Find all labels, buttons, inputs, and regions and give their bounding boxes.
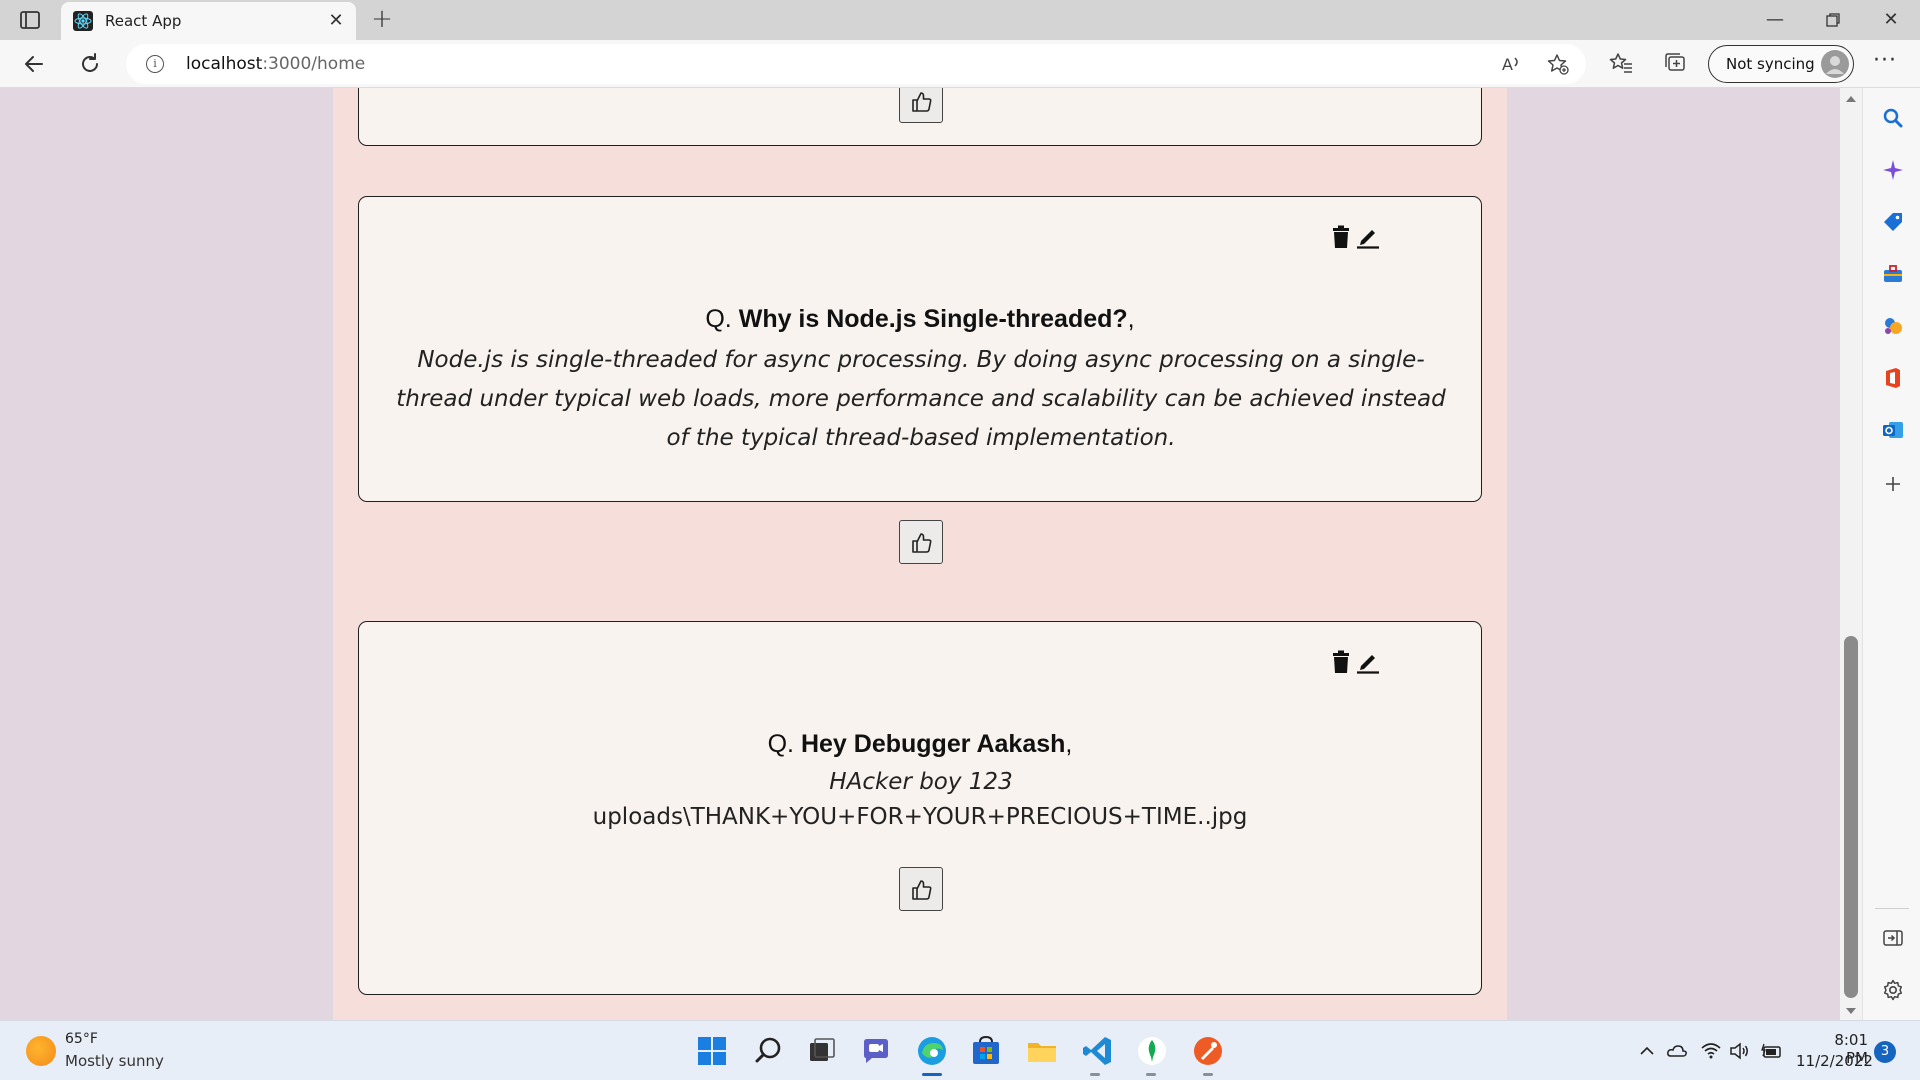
weather-temperature[interactable]: 65°F: [65, 1031, 98, 1047]
question-text: Hey Debugger Aakash: [800, 730, 1066, 758]
thumbs-up-icon: [912, 92, 932, 112]
delete-trash-icon[interactable]: [1331, 650, 1351, 674]
like-button[interactable]: [899, 520, 943, 564]
react-logo-icon: [73, 11, 93, 31]
running-app-indicator: [1146, 1073, 1156, 1076]
mongodb-compass-icon[interactable]: [1134, 1033, 1170, 1069]
office-icon[interactable]: [1881, 366, 1905, 390]
battery-charging-icon[interactable]: [1760, 1040, 1782, 1062]
onedrive-cloud-icon[interactable]: [1666, 1040, 1688, 1062]
read-aloud-icon[interactable]: A: [1500, 52, 1524, 76]
thumbs-up-icon: [912, 880, 932, 900]
windows-taskbar: 65°F Mostly sunny 8:01 PM 11/2/2022 3: [0, 1020, 1920, 1080]
sidebar-settings-gear-icon[interactable]: [1881, 978, 1905, 1002]
question-prefix: Q.: [705, 305, 732, 333]
card-actions: [1331, 223, 1381, 249]
sync-label: Not syncing: [1726, 55, 1815, 73]
url-host: localhost: [186, 54, 263, 74]
avatar: [1821, 50, 1849, 78]
scroll-up-arrow-icon[interactable]: [1846, 96, 1856, 102]
new-tab-button[interactable]: +: [368, 6, 396, 34]
running-app-indicator: [1090, 1073, 1100, 1076]
restore-icon[interactable]: [1818, 6, 1848, 34]
weather-description[interactable]: Mostly sunny: [65, 1052, 164, 1070]
favorites-icon[interactable]: [1608, 50, 1634, 76]
answer-text: Node.js is single-threaded for async pro…: [396, 347, 1446, 451]
refresh-icon[interactable]: [76, 50, 104, 78]
close-window-icon[interactable]: ✕: [1876, 6, 1906, 34]
url-text[interactable]: localhost:3000/home: [186, 54, 365, 74]
settings-and-more-icon[interactable]: ···: [1870, 48, 1900, 78]
add-favorite-icon[interactable]: [1546, 52, 1570, 76]
attachment-filename: uploads\THANK+YOU+FOR+YOUR+PRECIOUS+TIME…: [592, 804, 1248, 830]
question-title: Q. Hey Debugger Aakash,: [359, 730, 1481, 759]
copilot-sparkle-icon[interactable]: [1881, 158, 1905, 182]
active-app-indicator: [922, 1073, 942, 1076]
notification-count-badge[interactable]: 3: [1874, 1041, 1896, 1063]
question-text: Why is Node.js Single-threaded?: [738, 305, 1128, 333]
weather-sun-icon[interactable]: [26, 1036, 56, 1066]
hide-sidebar-icon[interactable]: [1881, 926, 1905, 950]
tab-actions-icon[interactable]: [18, 8, 42, 32]
edit-pencil-icon[interactable]: [1355, 648, 1381, 674]
add-sidebar-app-icon[interactable]: [1881, 472, 1905, 496]
sidebar-divider: [1875, 908, 1909, 909]
chevron-up-icon[interactable]: [1636, 1040, 1658, 1062]
question-card-partial: [358, 88, 1482, 146]
task-view-icon[interactable]: [804, 1033, 840, 1069]
search-icon[interactable]: [1881, 106, 1905, 130]
answer-text: HAcker boy 123: [829, 769, 1013, 795]
question-feed: Q. Why is Node.js Single-threaded?, Node…: [333, 88, 1507, 1020]
clock-date[interactable]: 11/2/2022: [1796, 1052, 1873, 1070]
outlook-icon[interactable]: [1881, 418, 1905, 442]
tab-bar: React App ✕ + — ✕: [0, 0, 1920, 40]
page-scrollbar[interactable]: [1840, 88, 1862, 1020]
games-icon[interactable]: [1881, 314, 1905, 338]
volume-icon[interactable]: [1728, 1040, 1750, 1062]
site-info-icon[interactable]: i: [146, 55, 164, 73]
back-arrow-icon[interactable]: [20, 50, 48, 78]
browser-tab-react-app[interactable]: React App ✕: [61, 2, 356, 40]
like-button[interactable]: [899, 88, 943, 123]
edge-sidebar: [1862, 88, 1920, 1020]
minimize-icon[interactable]: —: [1760, 6, 1790, 34]
teams-chat-icon[interactable]: [858, 1033, 894, 1069]
question-card: Q. Hey Debugger Aakash, HAcker boy 123 u…: [358, 621, 1482, 995]
svg-text:A: A: [1502, 55, 1513, 74]
taskbar-search-icon[interactable]: [750, 1033, 786, 1069]
question-suffix: ,: [1065, 730, 1073, 758]
close-tab-icon[interactable]: ✕: [326, 11, 346, 31]
thumbs-up-icon: [912, 533, 932, 553]
scroll-down-arrow-icon[interactable]: [1846, 1008, 1856, 1014]
start-windows-icon[interactable]: [694, 1033, 730, 1069]
question-suffix: ,: [1127, 305, 1135, 333]
page-viewport: Q. Why is Node.js Single-threaded?, Node…: [0, 88, 1840, 1020]
address-toolbar: i localhost:3000/home A Not syncing ···: [0, 40, 1920, 88]
microsoft-store-icon[interactable]: [968, 1033, 1004, 1069]
url-bar[interactable]: i localhost:3000/home A: [126, 44, 1586, 84]
collections-icon[interactable]: [1662, 50, 1688, 76]
delete-trash-icon[interactable]: [1331, 225, 1351, 249]
edge-browser-icon[interactable]: [914, 1033, 950, 1069]
question-card: Q. Why is Node.js Single-threaded?, Node…: [358, 196, 1482, 564]
url-path: :3000/home: [262, 54, 366, 74]
card-actions: [1331, 648, 1381, 674]
profile-sync-button[interactable]: Not syncing: [1708, 45, 1854, 83]
vscode-icon[interactable]: [1080, 1033, 1116, 1069]
running-app-indicator: [1203, 1073, 1213, 1076]
like-button[interactable]: [899, 867, 943, 911]
shopping-tag-icon[interactable]: [1881, 210, 1905, 234]
tools-briefcase-icon[interactable]: [1881, 262, 1905, 286]
tab-title: React App: [105, 12, 182, 30]
wifi-icon[interactable]: [1700, 1040, 1722, 1062]
scroll-thumb[interactable]: [1844, 636, 1858, 998]
postman-icon[interactable]: [1190, 1033, 1226, 1069]
file-explorer-icon[interactable]: [1024, 1033, 1060, 1069]
question-prefix: Q.: [767, 730, 795, 758]
edit-pencil-icon[interactable]: [1355, 223, 1381, 249]
question-title: Q. Why is Node.js Single-threaded?,: [359, 305, 1481, 334]
